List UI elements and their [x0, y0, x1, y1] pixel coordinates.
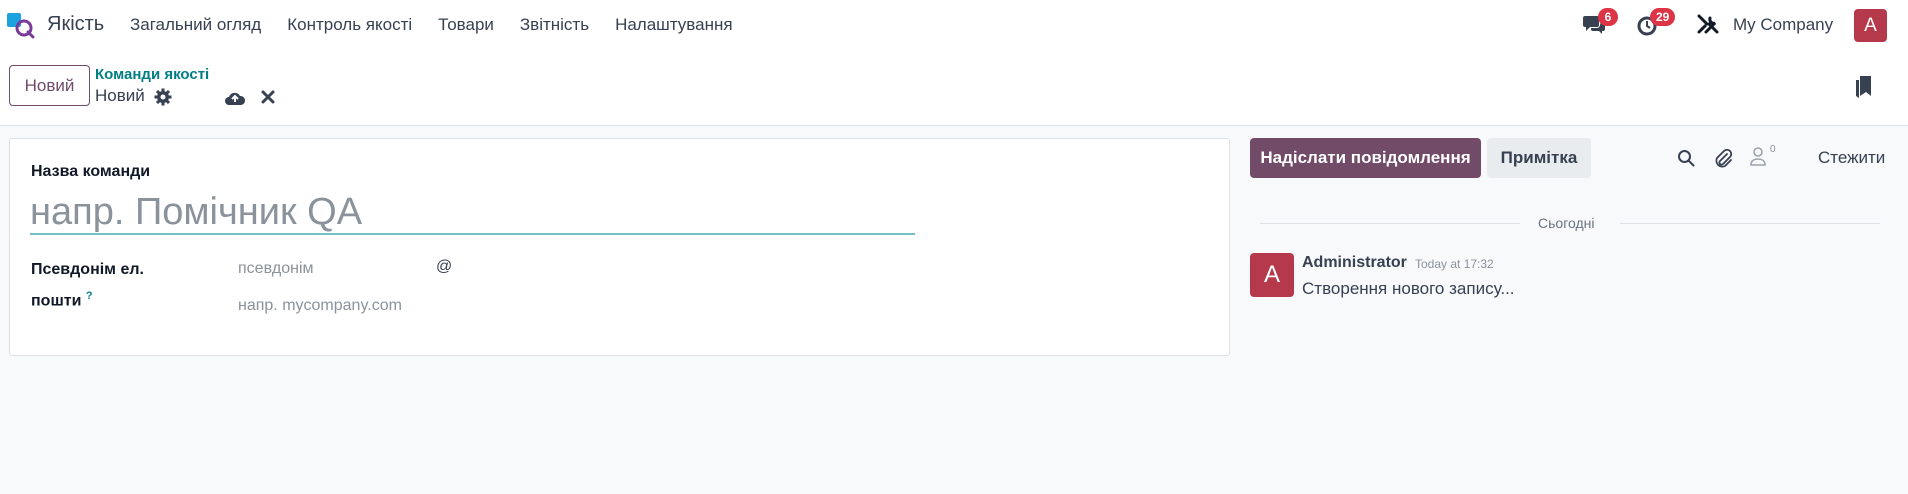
message-author-avatar[interactable]: A	[1250, 253, 1294, 297]
bookmark-icon[interactable]	[1855, 75, 1873, 99]
company-switcher[interactable]: My Company	[1733, 15, 1833, 35]
email-alias-label-line1: Псевдонім ел.	[31, 261, 144, 278]
new-button[interactable]: Новий	[9, 65, 90, 106]
date-separator-line-left	[1260, 223, 1520, 224]
search-icon[interactable]	[1677, 149, 1695, 167]
quality-app-logo-icon[interactable]	[7, 11, 35, 39]
alias-domain-input[interactable]	[238, 294, 488, 318]
top-navbar: Якість Загальний огляд Контроль якості Т…	[0, 0, 1908, 51]
menu-configuration[interactable]: Налаштування	[615, 15, 733, 35]
help-tooltip-icon[interactable]: ?	[86, 290, 93, 302]
send-message-button[interactable]: Надіслати повідомлення	[1250, 138, 1481, 178]
gear-icon[interactable]	[154, 88, 172, 106]
message-date: Today at 17:32	[1415, 257, 1494, 271]
close-icon[interactable]	[260, 89, 276, 105]
follow-button[interactable]: Стежити	[1818, 148, 1885, 168]
user-avatar[interactable]: A	[1854, 9, 1887, 42]
team-name-input[interactable]	[30, 191, 915, 235]
at-sign: @	[436, 258, 453, 275]
follower-user-icon[interactable]	[1749, 146, 1767, 166]
menu-reporting[interactable]: Звітність	[520, 15, 589, 35]
team-name-label: Назва команди	[31, 163, 151, 180]
date-separator-label: Сьогодні	[1538, 215, 1595, 231]
menu-quality-control[interactable]: Контроль якості	[287, 15, 412, 35]
messages-count-badge: 6	[1598, 8, 1618, 26]
record-name: Новий	[95, 86, 145, 105]
email-alias-label-line2: пошти	[31, 292, 82, 310]
menu-products[interactable]: Товари	[438, 15, 494, 35]
email-alias-label: Псевдонім ел. пошти ?	[31, 256, 181, 314]
form-sheet: Назва команди Псевдонім ел. пошти ? @	[9, 138, 1230, 356]
date-separator-line-right	[1620, 223, 1880, 224]
alias-name-input[interactable]	[238, 257, 428, 281]
message-author[interactable]: Administrator	[1302, 254, 1407, 272]
control-panel: Новий Команди якості Новий	[0, 51, 1908, 126]
cloud-upload-icon[interactable]	[224, 89, 246, 107]
tools-icon[interactable]	[1696, 13, 1720, 35]
activities-count-badge: 29	[1650, 8, 1676, 26]
menu-overview[interactable]: Загальний огляд	[130, 15, 261, 35]
message-body: Створення нового запису...	[1302, 279, 1515, 298]
app-name[interactable]: Якість	[47, 13, 104, 36]
paperclip-icon[interactable]	[1713, 148, 1733, 168]
follower-count: 0	[1770, 144, 1776, 155]
log-note-button[interactable]: Примітка	[1487, 138, 1591, 178]
breadcrumb-quality-teams[interactable]: Команди якості	[95, 66, 209, 83]
main-menu: Загальний огляд Контроль якості Товари З…	[130, 15, 759, 35]
